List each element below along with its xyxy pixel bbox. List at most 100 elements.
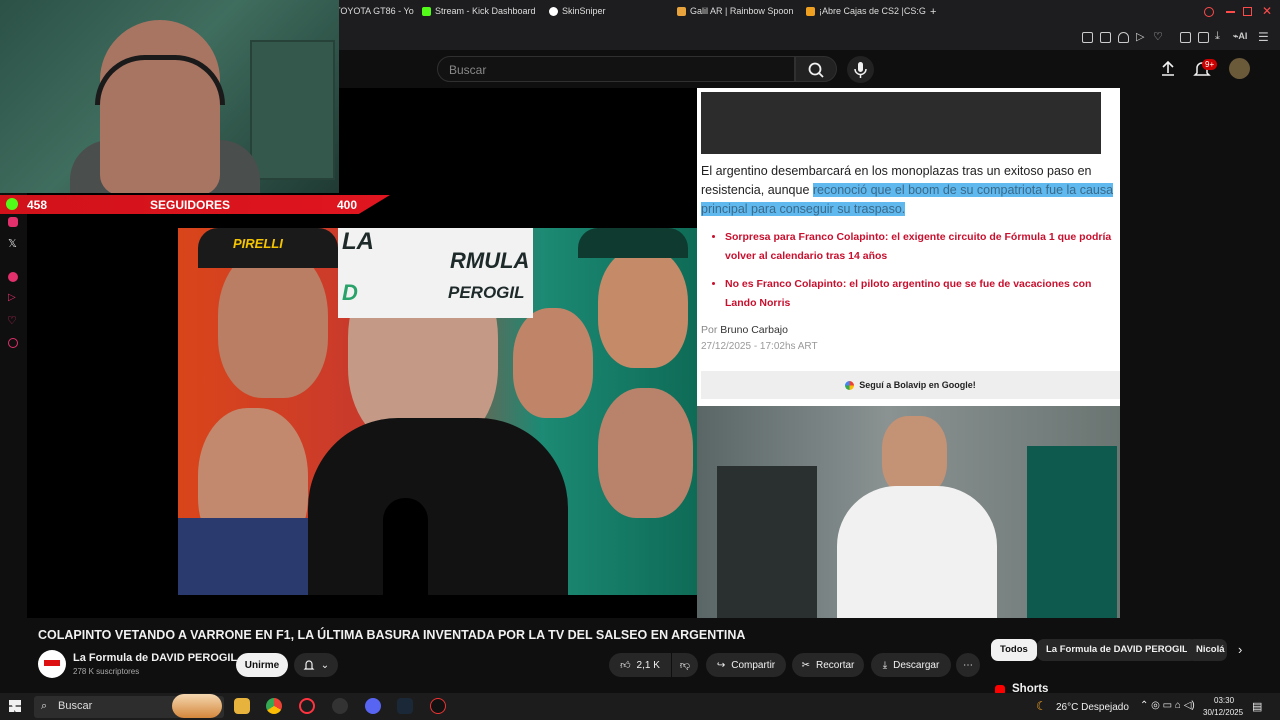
driver-suit xyxy=(178,518,328,595)
share-button[interactable]: ↪ Compartir xyxy=(706,653,786,677)
x-icon[interactable]: 𝕏 xyxy=(8,237,17,250)
logo-text: D xyxy=(342,280,358,305)
chip-all[interactable]: Todos xyxy=(991,639,1037,661)
driver-face-center xyxy=(513,308,593,418)
galil-icon xyxy=(677,6,686,16)
maximize-icon[interactable] xyxy=(1243,7,1252,16)
like-button[interactable]: 👍︎ 2,1 K xyxy=(609,653,671,677)
weather[interactable]: 26°C Despejado xyxy=(1056,702,1129,713)
share-icon: ↪ xyxy=(716,659,726,671)
app-icon[interactable] xyxy=(430,698,446,714)
screenshot-icon[interactable] xyxy=(1100,32,1111,43)
chevron-right-icon[interactable]: › xyxy=(1238,642,1242,657)
close-icon[interactable]: ✕ xyxy=(1262,4,1272,18)
download-icon: ⤓ xyxy=(882,659,888,671)
driver-face xyxy=(882,416,947,496)
menu-icon[interactable]: ☰ xyxy=(1258,30,1269,44)
dislike-button[interactable]: 👎︎ xyxy=(672,653,698,677)
channel-avatar[interactable] xyxy=(38,650,66,678)
scissors-icon: ✂ xyxy=(801,659,811,671)
opera-icon[interactable] xyxy=(299,698,315,714)
video-title: COLAPINTO VETANDO A VARRONE EN F1, LA ÚL… xyxy=(38,628,746,642)
chrome-icon[interactable] xyxy=(266,698,282,714)
pin-icon[interactable] xyxy=(1082,32,1093,43)
search-input[interactable]: Buscar xyxy=(437,56,795,82)
link-icon[interactable] xyxy=(8,272,18,282)
avatar[interactable] xyxy=(1229,58,1250,79)
follower-goal-bar: 458 SEGUIDORES 400 xyxy=(0,195,390,214)
download-icon[interactable]: ⤓ xyxy=(1215,30,1220,43)
settings-icon[interactable] xyxy=(8,338,18,348)
kick-icon xyxy=(422,6,431,16)
download-button[interactable]: ⤓ Descargar xyxy=(871,653,951,677)
upload-icon xyxy=(1162,60,1174,76)
mic-button[interactable] xyxy=(847,56,874,83)
driver-face-bottom-right xyxy=(598,388,693,518)
file-explorer-icon[interactable] xyxy=(234,698,250,714)
google-follow-button[interactable]: Seguí a Bolavip en Google! xyxy=(701,371,1120,399)
notification-icon[interactable]: ▤ xyxy=(1252,700,1262,713)
tab-label: Galil AR | Rainbow Spoon xyxy=(690,6,794,16)
clock-date[interactable]: 30/12/2025 xyxy=(1203,708,1243,717)
tab-cases[interactable]: ¡Abre Cajas de CS2 |CS:G xyxy=(806,6,926,16)
clock-time[interactable]: 03:30 xyxy=(1214,696,1234,705)
pirelli-logo: PIRELLI xyxy=(233,236,283,251)
tray-icons[interactable]: ⌃ ◎ ▭ ⌂ ◁) xyxy=(1140,700,1195,711)
chip-channel[interactable]: La Formula de DAVID PEROGIL xyxy=(1037,639,1197,661)
instagram-icon[interactable] xyxy=(8,217,18,227)
tab-label: SkinSniper xyxy=(562,6,606,16)
wallet-icon[interactable] xyxy=(1198,32,1209,43)
tab-kick-dashboard[interactable]: Stream - Kick Dashboard xyxy=(422,6,536,16)
subscription-bell-button[interactable]: ⌄ xyxy=(294,653,338,677)
related-link[interactable]: Sorpresa para Franco Colapinto: el exige… xyxy=(725,228,1120,266)
mic-icon xyxy=(854,62,867,78)
driver-face-left xyxy=(218,248,328,398)
article-paragraph: El argentino desembarcará en los monopla… xyxy=(701,164,1114,216)
clip-button[interactable]: ✂ Recortar xyxy=(792,653,864,677)
create-button[interactable] xyxy=(1160,60,1176,76)
skinsniper-icon xyxy=(549,6,558,16)
tab-label: ¡Abre Cajas de CS2 |CS:G xyxy=(819,6,926,16)
heart-icon[interactable]: ♡ xyxy=(1153,30,1163,43)
extensions-icon[interactable] xyxy=(1180,32,1191,43)
steam-icon[interactable] xyxy=(397,698,413,714)
swan-widget-icon[interactable] xyxy=(172,694,222,718)
obs-icon[interactable] xyxy=(332,698,348,714)
channel-logo: LA RMULA D PEROGIL xyxy=(338,228,533,318)
more-icon: ⋯ xyxy=(963,659,973,671)
driver-face-right xyxy=(598,248,688,368)
discord-icon[interactable] xyxy=(365,698,381,714)
ai-icon[interactable]: ⌁AI xyxy=(1233,31,1247,42)
tab-galil[interactable]: Galil AR | Rainbow Spoon xyxy=(677,6,793,16)
byline: Por Bruno Carbajo xyxy=(701,324,788,336)
related-links: Sorpresa para Franco Colapinto: el exige… xyxy=(725,228,1120,322)
search-button[interactable] xyxy=(795,56,837,82)
play-icon[interactable]: ▷ xyxy=(8,292,16,303)
moon-icon: ☾ xyxy=(1036,699,1047,713)
more-actions-button[interactable]: ⋯ xyxy=(956,653,980,677)
search-icon: ⌕ xyxy=(41,700,48,712)
shield-icon[interactable] xyxy=(1118,32,1129,43)
author-name[interactable]: Bruno Carbajo xyxy=(720,324,788,336)
heart-icon[interactable]: ♡ xyxy=(7,314,17,327)
related-link[interactable]: No es Franco Colapinto: el piloto argent… xyxy=(725,275,1120,313)
tab-skinsniper[interactable]: SkinSniper xyxy=(549,6,606,16)
channel-name[interactable]: La Formula de DAVID PEROGIL xyxy=(73,652,237,664)
minimize-icon[interactable] xyxy=(1226,11,1235,13)
streamer xyxy=(100,20,220,193)
new-tab-button[interactable]: + xyxy=(930,6,936,18)
redacted-text xyxy=(701,92,1101,154)
cases-icon xyxy=(806,6,815,16)
join-button[interactable]: Unirme xyxy=(236,653,288,677)
google-icon xyxy=(845,381,855,391)
profile-icon[interactable] xyxy=(1204,7,1214,17)
microphone xyxy=(383,498,428,595)
follower-count: 458 xyxy=(27,198,48,212)
kick-icon xyxy=(6,198,18,210)
thumbs-down-icon: 👎︎ xyxy=(679,660,691,671)
chip-nicolas[interactable]: Nicolá xyxy=(1187,639,1227,661)
notification-badge: 9+ xyxy=(1202,59,1218,70)
channel-logo-icon xyxy=(44,660,60,666)
thumbs-up-icon: 👍︎ xyxy=(620,660,631,671)
play-icon[interactable]: ▷ xyxy=(1136,30,1144,43)
